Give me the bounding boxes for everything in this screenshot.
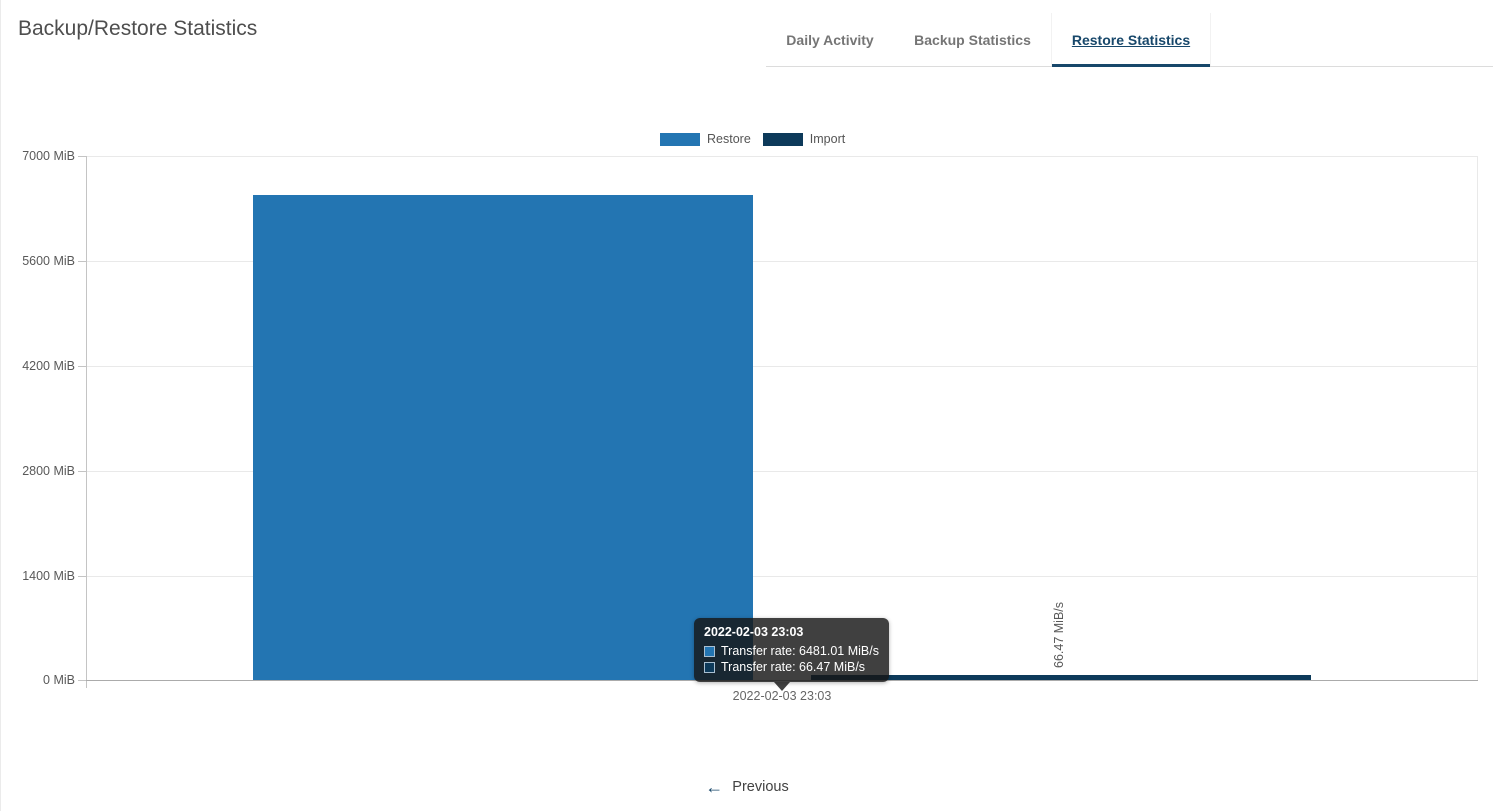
tab-backup-statistics[interactable]: Backup Statistics xyxy=(894,13,1051,66)
tab-bar: Daily Activity Backup Statistics Restore… xyxy=(766,13,1493,67)
footer-nav: ← Previous xyxy=(1,774,1493,800)
restore-legend-swatch-icon xyxy=(660,133,700,146)
legend-item-import[interactable]: Import xyxy=(763,132,845,146)
x-tick-label: 2022-02-03 23:03 xyxy=(682,689,882,703)
legend-item-restore[interactable]: Restore xyxy=(660,132,751,146)
legend-import-label: Import xyxy=(810,132,845,146)
legend-restore-label: Restore xyxy=(707,132,751,146)
tooltip-row-restore: Transfer rate: 6481.01 MiB/s xyxy=(704,644,879,658)
tooltip-title: 2022-02-03 23:03 xyxy=(704,625,879,639)
arrow-left-icon: ← xyxy=(705,778,723,796)
y-tick-mark xyxy=(78,156,86,157)
import-swatch-icon xyxy=(704,662,715,673)
chart-legend: Restore Import xyxy=(660,132,845,146)
y-tick-label: 0 MiB xyxy=(1,672,75,688)
previous-button[interactable]: ← Previous xyxy=(699,774,794,800)
y-tick-mark xyxy=(78,680,86,681)
y-tick-label: 5600 MiB xyxy=(1,253,75,269)
plot-right-border xyxy=(1477,156,1478,681)
import-legend-swatch-icon xyxy=(763,133,803,146)
tooltip-caret-icon xyxy=(774,682,790,691)
y-tick-label: 7000 MiB xyxy=(1,148,75,164)
tab-restore-statistics[interactable]: Restore Statistics xyxy=(1051,13,1211,66)
chart-tooltip: 2022-02-03 23:03 Transfer rate: 6481.01 … xyxy=(694,618,889,682)
y-tick-mark xyxy=(78,471,86,472)
tooltip-restore-value: Transfer rate: 6481.01 MiB/s xyxy=(721,644,879,658)
tab-daily-activity-label: Daily Activity xyxy=(786,32,873,48)
previous-button-label: Previous xyxy=(732,779,788,795)
y-tick-label: 1400 MiB xyxy=(1,568,75,584)
restore-swatch-icon xyxy=(704,646,715,657)
tab-backup-statistics-label: Backup Statistics xyxy=(914,32,1031,48)
page-title: Backup/Restore Statistics xyxy=(18,17,257,41)
y-tick-label: 4200 MiB xyxy=(1,358,75,374)
tooltip-row-import: Transfer rate: 66.47 MiB/s xyxy=(704,660,879,674)
backup-restore-statistics-page: Backup/Restore Statistics Daily Activity… xyxy=(0,0,1493,811)
y-tick-mark xyxy=(78,366,86,367)
restore-bar[interactable] xyxy=(253,195,753,680)
y-axis-line xyxy=(86,156,87,688)
tab-daily-activity[interactable]: Daily Activity xyxy=(766,13,894,66)
y-tick-mark xyxy=(78,261,86,262)
tooltip-import-value: Transfer rate: 66.47 MiB/s xyxy=(721,660,865,674)
y-tick-label: 2800 MiB xyxy=(1,463,75,479)
y-tick-mark xyxy=(78,576,86,577)
active-tab-underline xyxy=(1052,64,1210,67)
import-bar-value-label: 66.47 MiB/s xyxy=(1051,584,1068,668)
tab-restore-statistics-label: Restore Statistics xyxy=(1072,32,1190,48)
gridline-7000 xyxy=(86,156,1478,157)
